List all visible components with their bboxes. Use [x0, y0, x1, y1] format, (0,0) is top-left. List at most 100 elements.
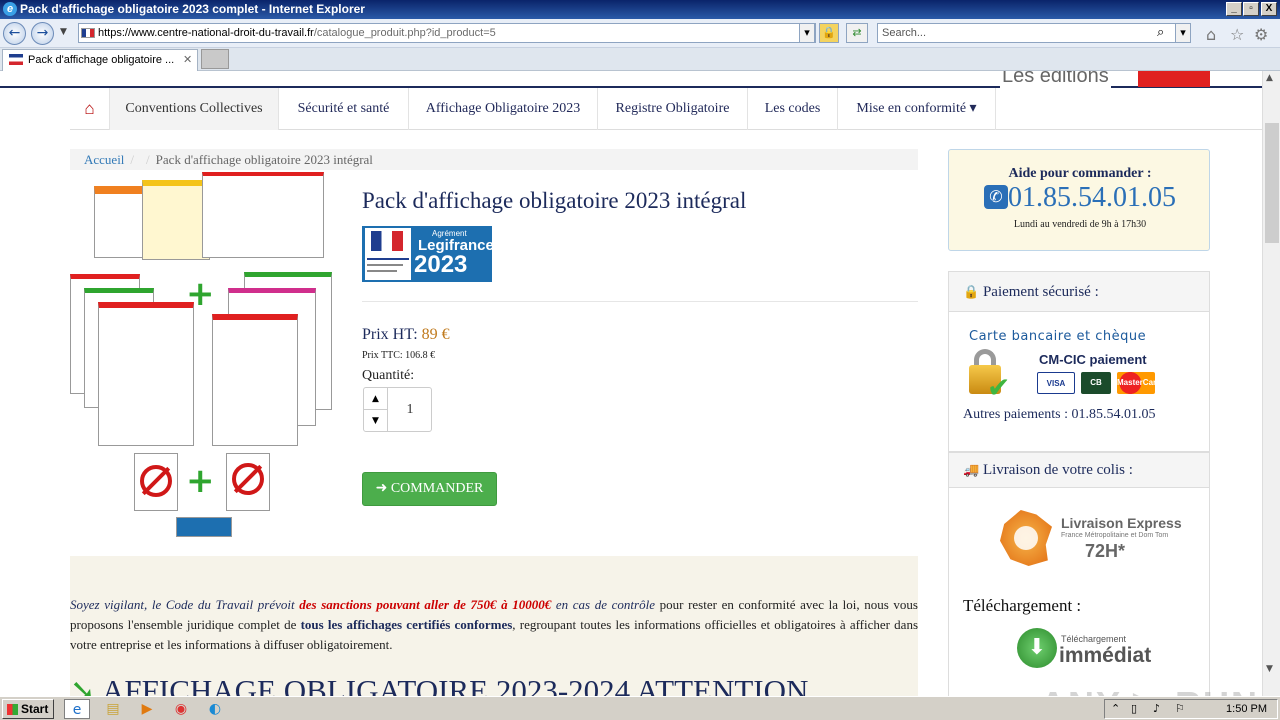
nav-mise-en-conformite[interactable]: Mise en conformité ▾: [838, 88, 996, 130]
poster-thumbnail: [142, 180, 210, 260]
nav-registre[interactable]: Registre Obligatoire: [598, 88, 748, 130]
tab-bar: Pack d'affichage obligatoire ... ✕: [0, 48, 1280, 71]
site-editions-label: Les éditions: [1000, 71, 1111, 88]
product-title: Pack d'affichage obligatoire 2023 intégr…: [362, 188, 747, 213]
nav-conventions[interactable]: Conventions Collectives: [110, 88, 279, 130]
order-button[interactable]: ➜ COMMANDER: [362, 472, 497, 506]
republique-logo: [365, 228, 411, 280]
close-button[interactable]: X: [1261, 2, 1277, 16]
quantity-input[interactable]: 1: [388, 388, 432, 432]
no-smoking-sign: [134, 453, 178, 511]
delivery-header: 🚚 Livraison de votre colis :: [948, 452, 1210, 488]
scroll-up-icon[interactable]: ▲: [1266, 73, 1273, 83]
price-ttc: Prix TTC: 106.8 €: [362, 350, 436, 361]
home-icon[interactable]: ⌂: [1206, 25, 1216, 44]
tray-flag-icon[interactable]: ⚐: [1175, 700, 1185, 718]
payment-header-label: Paiement sécurisé :: [982, 284, 1099, 300]
tab-active[interactable]: Pack d'affichage obligatoire ... ✕: [2, 49, 198, 71]
system-tray: ⌃ ▯ ♪ ⚐ 1:50 PM: [1104, 699, 1278, 719]
address-dropdown-icon[interactable]: ▾: [799, 23, 815, 43]
anyrun-watermark: ANY ▶ RUN: [1040, 684, 1259, 696]
express-delivery-label: Livraison Express: [1061, 515, 1182, 531]
favorites-icon[interactable]: ☆: [1230, 25, 1244, 44]
section-heading-text: AFFICHAGE OBLIGATOIRE 2023-2024 ATTENTIO…: [102, 673, 809, 696]
breadcrumb: Accueil / / Pack d'affichage obligatoire 20…: [70, 149, 918, 170]
favicon-icon: [81, 28, 95, 39]
delivery-time: 72H*: [1085, 541, 1126, 561]
desc-bold: tous les affichages certifiés conformes: [300, 617, 513, 632]
main-navigation: ⌂ Conventions Collectives Sécurité et sa…: [70, 88, 1262, 130]
help-phone[interactable]: ✆ 01.85.54.01.05: [949, 182, 1211, 214]
lock-icon[interactable]: 🔒: [819, 23, 839, 43]
history-dropdown-icon[interactable]: ▼: [60, 27, 67, 37]
ie-logo-icon: e: [3, 2, 17, 16]
desc-sanctions: des sanctions pouvant aller de 750€ à 10…: [299, 597, 552, 612]
other-payments: Autres paiements : 01.85.54.01.05: [963, 407, 1156, 422]
lock-icon: 🔒: [963, 285, 980, 300]
taskbar-chrome-icon[interactable]: ◉: [168, 699, 194, 719]
refresh-icon[interactable]: ⇄: [846, 23, 868, 43]
no-vaping-sign: [226, 453, 270, 511]
taskbar-ie-icon[interactable]: e: [64, 699, 90, 719]
vertical-scrollbar[interactable]: ▲ ▼: [1262, 71, 1280, 696]
cb-card-icon: CB: [1081, 372, 1111, 394]
arrow-icon: ➘: [70, 673, 96, 696]
window-title: Pack d'affichage obligatoire 2023 comple…: [20, 2, 365, 16]
price-ht: Prix HT: 89 €: [362, 326, 450, 344]
delivery-header-label: Livraison de votre colis :: [982, 462, 1133, 478]
taskbar-folder-icon[interactable]: ▤: [100, 699, 126, 719]
delivery-panel: Livraison Express France Métropolitaine …: [948, 488, 1210, 696]
address-bar[interactable]: https://www.centre-national-droit-du-tra…: [78, 23, 816, 43]
quantity-increase-icon[interactable]: ▲: [364, 388, 388, 410]
tray-network-icon[interactable]: ▯: [1131, 700, 1137, 718]
nav-affichage[interactable]: Affichage Obligatoire 2023: [409, 88, 598, 130]
windows-flag-icon: [7, 704, 18, 715]
poster-thumbnail: [212, 314, 298, 446]
quantity-decrease-icon[interactable]: ▼: [364, 410, 388, 432]
breadcrumb-home[interactable]: Accueil: [84, 152, 124, 167]
search-icon[interactable]: ⌕: [1157, 25, 1164, 40]
poster-thumbnail: [202, 172, 324, 258]
quantity-stepper[interactable]: ▲ ▼ 1: [363, 387, 432, 432]
settings-gear-icon[interactable]: ⚙: [1254, 25, 1268, 44]
scrollbar-thumb[interactable]: [1265, 123, 1279, 243]
poster-thumbnail: [98, 302, 194, 446]
search-input[interactable]: Search...: [877, 23, 1179, 43]
price-ht-label: Prix HT:: [362, 326, 418, 343]
new-tab-button[interactable]: [201, 49, 229, 69]
forward-button[interactable]: →: [31, 22, 54, 45]
download-icon: ⬇: [1017, 628, 1057, 668]
page-viewport: Les éditions ⌂ Conventions Collectives S…: [0, 71, 1262, 696]
scroll-down-icon[interactable]: ▼: [1266, 664, 1273, 674]
address-path: /catalogue_produit.php?id_product=5: [313, 27, 496, 39]
section-heading: ➘ AFFICHAGE OBLIGATOIRE 2023-2024 ATTENT…: [70, 673, 808, 696]
order-help-panel: Aide pour commander : ✆ 01.85.54.01.05 Lu…: [948, 149, 1210, 251]
tab-label: Pack d'affichage obligatoire ...: [28, 54, 175, 66]
divider: [362, 301, 918, 302]
nav-securite[interactable]: Sécurité et santé: [279, 88, 409, 130]
taskbar-media-icon[interactable]: ▶: [134, 699, 160, 719]
maximize-button[interactable]: ▫: [1243, 2, 1259, 16]
minimize-button[interactable]: _: [1226, 2, 1242, 16]
price-ht-value: 89 €: [421, 326, 450, 343]
address-host: https://www.centre-national-droit-du-tra…: [98, 27, 314, 39]
express-delivery-sub: France Métropolitaine et Dom Tom: [1061, 532, 1169, 539]
help-hours: Lundi au vendredi de 9h à 17h30: [1013, 219, 1147, 230]
taskbar-edge-icon[interactable]: ◐: [202, 699, 228, 719]
taskbar-clock[interactable]: 1:50 PM: [1226, 700, 1267, 718]
address-toolbar: ← → ▼ https://www.centre-national-droit-…: [0, 19, 1280, 48]
download-small-label: Téléchargement: [1061, 634, 1127, 644]
tray-expand-icon[interactable]: ⌃: [1111, 700, 1120, 718]
search-dropdown-icon[interactable]: ▾: [1175, 23, 1191, 43]
mastercard-icon: MasterCard: [1117, 372, 1161, 394]
start-button[interactable]: Start: [2, 699, 54, 719]
visa-card-icon: VISA: [1037, 372, 1075, 394]
tab-close-icon[interactable]: ✕: [183, 50, 192, 70]
product-image[interactable]: + +: [68, 171, 336, 541]
tray-volume-icon[interactable]: ♪: [1153, 700, 1160, 718]
nav-home-icon[interactable]: ⌂: [70, 88, 110, 130]
back-button[interactable]: ←: [3, 22, 26, 45]
nav-codes[interactable]: Les codes: [748, 88, 838, 130]
download-big-label: immédiat: [1059, 644, 1152, 667]
legifrance-mini-badge: [176, 517, 232, 537]
